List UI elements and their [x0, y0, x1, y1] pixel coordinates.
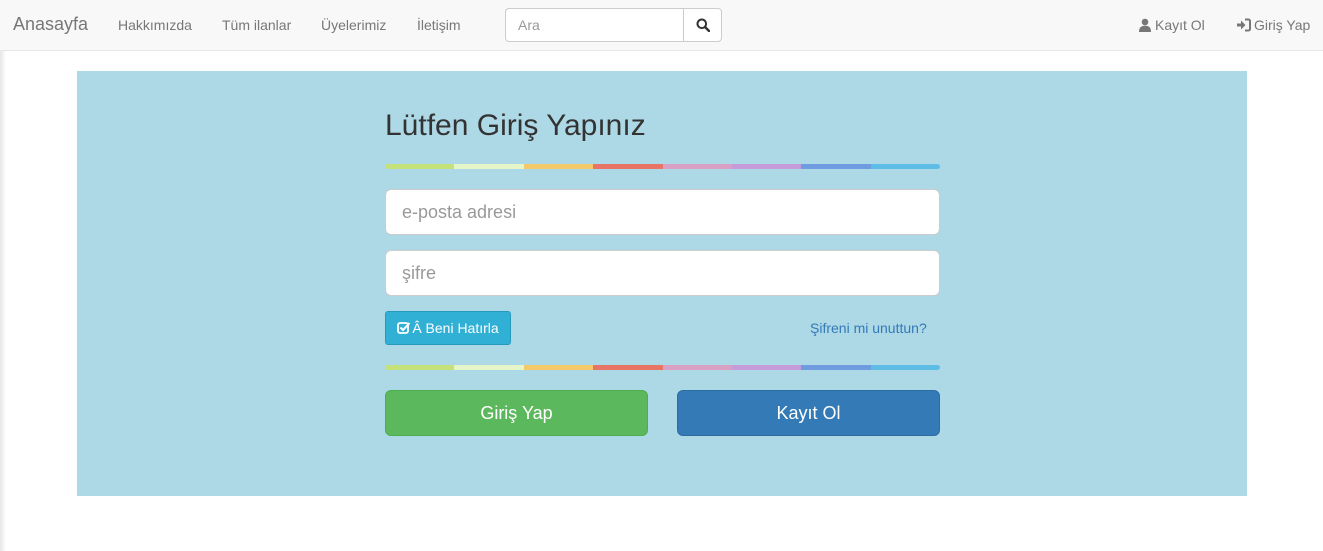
rainbow-divider-top	[385, 164, 940, 169]
rainbow-segment	[731, 365, 802, 370]
rainbow-divider-bottom	[385, 365, 940, 370]
login-button[interactable]: Giriş Yap	[385, 390, 648, 436]
search-form	[505, 8, 722, 42]
nav-login-link[interactable]: Giriş Yap	[1236, 17, 1310, 33]
rainbow-segment	[523, 365, 594, 370]
nav-link-contact[interactable]: İletişim	[417, 17, 461, 33]
nav-register-label: Kayıt Ol	[1155, 17, 1205, 33]
login-title: Lütfen Giriş Yapınız	[385, 109, 646, 142]
nav-link-members[interactable]: Üyelerimiz	[321, 17, 386, 33]
user-icon	[1139, 18, 1151, 32]
top-navbar: Anasayfa Hakkımızda Tüm ilanlar Üyelerim…	[0, 0, 1323, 51]
register-button[interactable]: Kayıt Ol	[677, 390, 940, 436]
rainbow-segment	[731, 164, 802, 169]
rainbow-segment	[385, 365, 455, 370]
nav-link-all-listings[interactable]: Tüm ilanlar	[222, 17, 291, 33]
search-button[interactable]	[683, 8, 722, 42]
rainbow-segment	[662, 365, 732, 370]
search-input[interactable]	[505, 8, 684, 42]
rainbow-segment	[801, 164, 871, 169]
rainbow-segment	[593, 365, 663, 370]
navbar-brand[interactable]: Anasayfa	[13, 14, 88, 35]
search-icon	[696, 18, 710, 32]
rainbow-segment	[801, 365, 871, 370]
rainbow-segment	[662, 164, 732, 169]
rainbow-segment	[523, 164, 594, 169]
nav-login-label: Giriş Yap	[1254, 17, 1311, 33]
nav-link-about[interactable]: Hakkımızda	[118, 17, 192, 33]
rainbow-segment	[454, 365, 524, 370]
nav-register-link[interactable]: Kayıt Ol	[1138, 17, 1205, 33]
page-left-shadow	[0, 50, 6, 551]
login-icon	[1237, 18, 1251, 32]
rainbow-segment	[454, 164, 524, 169]
rainbow-segment	[870, 164, 940, 169]
password-field[interactable]	[385, 250, 940, 296]
rainbow-segment	[385, 164, 455, 169]
checkbox-icon	[397, 322, 411, 334]
remember-me-button[interactable]: Â Beni Hatırla	[385, 311, 511, 345]
rainbow-segment	[593, 164, 663, 169]
forgot-password-link[interactable]: Şifreni mi unuttun?	[810, 320, 927, 336]
rainbow-segment	[870, 365, 940, 370]
email-field[interactable]	[385, 189, 940, 235]
remember-me-label: Â Beni Hatırla	[412, 320, 499, 336]
